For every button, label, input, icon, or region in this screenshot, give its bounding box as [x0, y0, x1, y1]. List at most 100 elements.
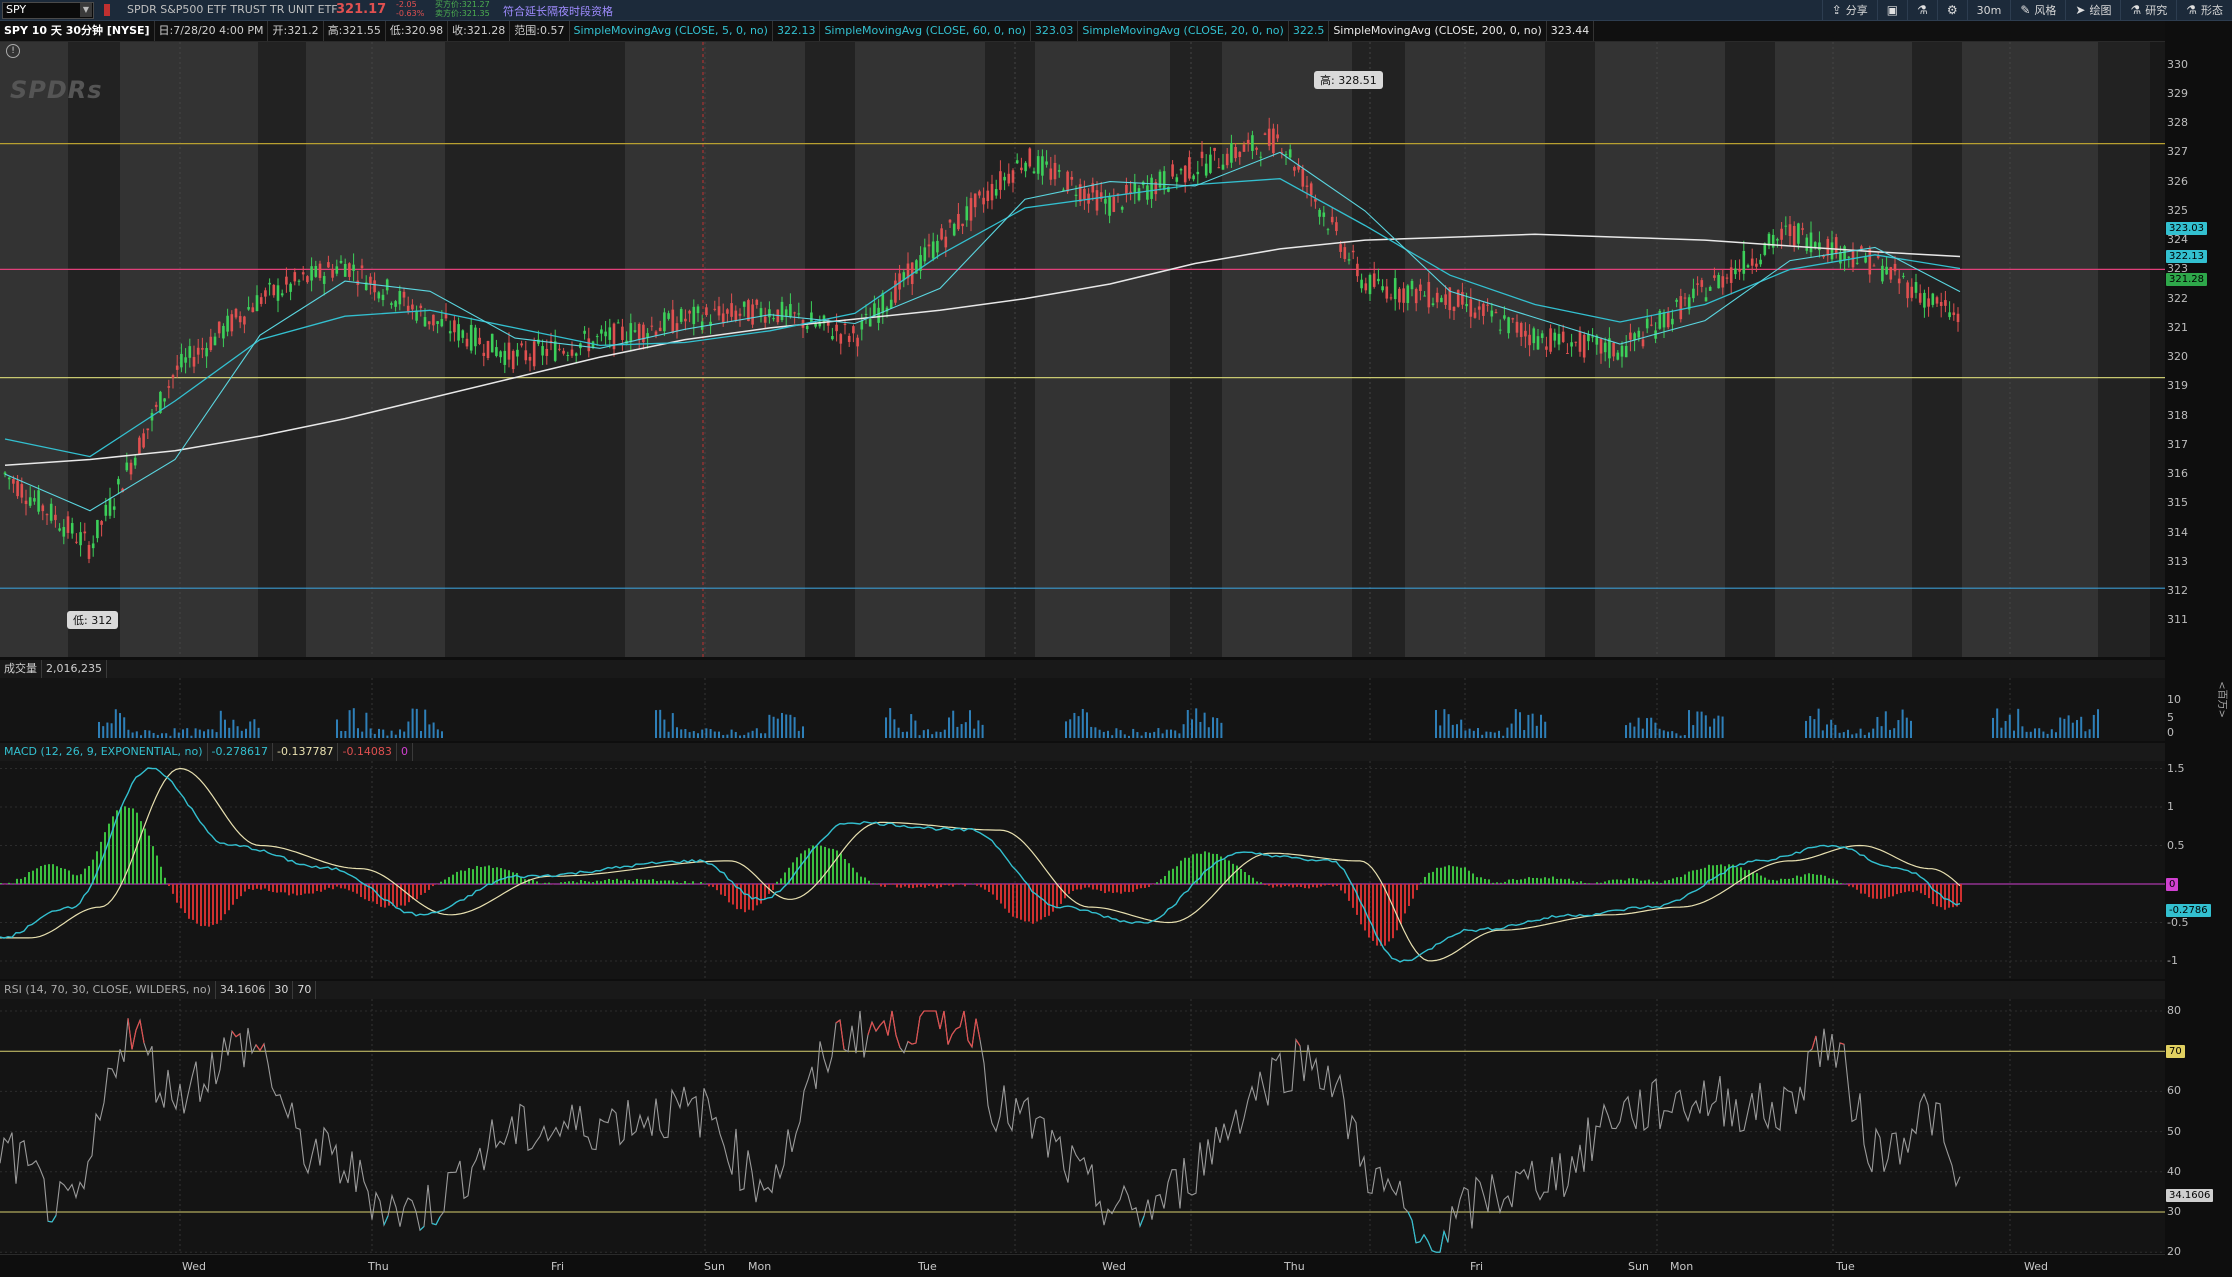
sma5-label[interactable]: SimpleMovingAvg (CLOSE, 5, 0, no)	[570, 21, 773, 41]
macd-hist-bar	[1336, 884, 1338, 886]
rsi-pane[interactable]: RSI (14, 70, 30, CLOSE, WILDERS, no) 34.…	[0, 981, 2165, 1253]
candle-body	[113, 506, 116, 509]
toolbar-button-7[interactable]: ⚗研究	[2120, 0, 2176, 20]
price-axis[interactable]: 3303293283273263253243233223213203193183…	[2165, 42, 2232, 657]
info-icon[interactable]: !	[6, 44, 20, 58]
macd-hist-bar	[596, 881, 598, 884]
macd-hist-bar	[992, 884, 994, 894]
volume-bar	[1881, 726, 1883, 738]
toolbar-button-5[interactable]: ✎风格	[2010, 0, 2065, 20]
candle-body	[1184, 166, 1187, 183]
volume-bar	[102, 726, 104, 738]
macd-hist-bar	[1660, 883, 1662, 884]
volume-bar	[1166, 730, 1168, 738]
macd-axis[interactable]: 1.510.50-0.5-10-0.2786	[2165, 743, 2232, 979]
candle-body	[789, 304, 792, 317]
macd-hist-bar	[904, 884, 906, 887]
price-pane[interactable]: ! SPDRs 高: 328.51 低: 312	[0, 42, 2165, 657]
macd-hist-bar	[1412, 884, 1414, 899]
volume-bar	[1642, 729, 1644, 738]
macd-hist-bar	[16, 879, 18, 884]
volume-bar	[923, 730, 925, 738]
sma20-label[interactable]: SimpleMovingAvg (CLOSE, 20, 0, no)	[1078, 21, 1288, 41]
macd-hist-bar	[1908, 884, 1910, 891]
candle-body	[840, 334, 843, 344]
candle-body	[1528, 335, 1531, 345]
macd-hist-bar	[1768, 880, 1770, 884]
volume-bar	[1136, 732, 1138, 738]
candle-body	[1457, 290, 1460, 307]
macd-hist-bar	[660, 881, 662, 884]
macd-hist-bar	[1520, 879, 1522, 884]
volume-bar	[1839, 733, 1841, 738]
toolbar-button-0[interactable]: ⇪分享	[1822, 0, 1877, 20]
sma200-label[interactable]: SimpleMovingAvg (CLOSE, 200, 0, no)	[1329, 21, 1546, 41]
volume-pane[interactable]: 成交量 2,016,235	[0, 660, 2165, 741]
macd-hist-bar	[684, 881, 686, 884]
top-toolbar: SPY ▼ SPDR S&P500 ETF TRUST TR UNIT ETF …	[0, 0, 2232, 21]
macd-hist-bar	[588, 882, 590, 884]
volume-bar	[2059, 718, 2061, 738]
rsi-bg	[0, 999, 2165, 1253]
macd-hist-bar	[1304, 884, 1306, 888]
change-value: -2.05	[396, 0, 424, 9]
macd-hist-bar	[1612, 880, 1614, 884]
volume-axis[interactable]: <百万> 1050	[2165, 660, 2232, 741]
candle-body	[1171, 164, 1174, 176]
candle-body	[491, 334, 494, 353]
toolbar-button-8[interactable]: ⚗形态	[2176, 0, 2232, 20]
rsi-axis[interactable]: 807060504030207034.1606	[2165, 981, 2232, 1253]
alert-icon[interactable]	[104, 4, 110, 16]
macd-hist-bar	[1528, 877, 1530, 884]
macd-pane[interactable]: MACD (12, 26, 9, EXPONENTIAL, no) -0.278…	[0, 743, 2165, 979]
toolbar-button-4[interactable]: 30m	[1967, 0, 2011, 20]
sma60-label[interactable]: SimpleMovingAvg (CLOSE, 60, 0, no)	[820, 21, 1030, 41]
macd-hist-bar	[1700, 869, 1702, 884]
macd-hist-bar	[1852, 884, 1854, 887]
candle-body	[760, 308, 763, 317]
candle-body	[378, 292, 381, 298]
time-axis[interactable]: WedThuFriSunMonTueWedThuFriSunMonTueWed	[0, 1254, 2165, 1277]
candle-body	[1894, 264, 1897, 271]
volume-bar	[1132, 729, 1134, 738]
candle-body	[991, 184, 994, 200]
macd-hist-bar	[424, 884, 426, 893]
extended-hours-link[interactable]: 符合延长隔夜时段资格	[503, 3, 613, 19]
toolbar-button-2[interactable]: ⚗	[1907, 0, 1937, 20]
macd-hist-bar	[1228, 861, 1230, 884]
last-price: 321.17	[336, 2, 386, 17]
volume-bar	[1523, 730, 1525, 738]
toolbar-button-6[interactable]: ➤绘图	[2065, 0, 2120, 20]
macd-hist-bar	[1464, 867, 1466, 884]
volume-bar	[1511, 724, 1513, 738]
chevron-down-icon[interactable]: ▼	[80, 3, 92, 17]
candle-body	[1537, 336, 1540, 349]
macd-hist-bar	[1776, 881, 1778, 884]
candle-body	[310, 266, 313, 280]
macd-hist-bar	[1932, 884, 1934, 904]
macd-hist-bar	[716, 884, 718, 890]
chart-period[interactable]: SPY 10 天 30分钟 [NYSE]	[0, 21, 155, 41]
macd-hist-bar	[1632, 878, 1634, 884]
macd-hist-bar	[944, 884, 946, 885]
toolbar-button-3[interactable]: ⚙	[1937, 0, 1967, 20]
macd-hist-bar	[380, 884, 382, 907]
candle-body	[735, 311, 738, 321]
macd-hist-bar	[1216, 854, 1218, 884]
macd-bg	[0, 761, 2165, 979]
symbol-text[interactable]: SPY	[6, 3, 26, 16]
volume-bar	[140, 735, 142, 738]
bar-date: 日:7/28/20 4:00 PM	[155, 21, 269, 41]
toolbar-button-1[interactable]: ▣	[1877, 0, 1907, 20]
volume-bar	[119, 713, 121, 738]
volume-bar	[1659, 729, 1661, 738]
macd-hist-bar	[628, 880, 630, 884]
macd-hist-bar	[1692, 870, 1694, 884]
sma20-value: 322.5	[1289, 21, 1330, 41]
volume-bar	[914, 721, 916, 738]
macd-hist-bar	[1564, 879, 1566, 884]
volume-bar	[2097, 709, 2099, 738]
macd-hist-bar	[1500, 883, 1502, 884]
macd-hist-bar	[324, 884, 326, 890]
toolbar-button-label: 绘图	[2089, 2, 2111, 18]
